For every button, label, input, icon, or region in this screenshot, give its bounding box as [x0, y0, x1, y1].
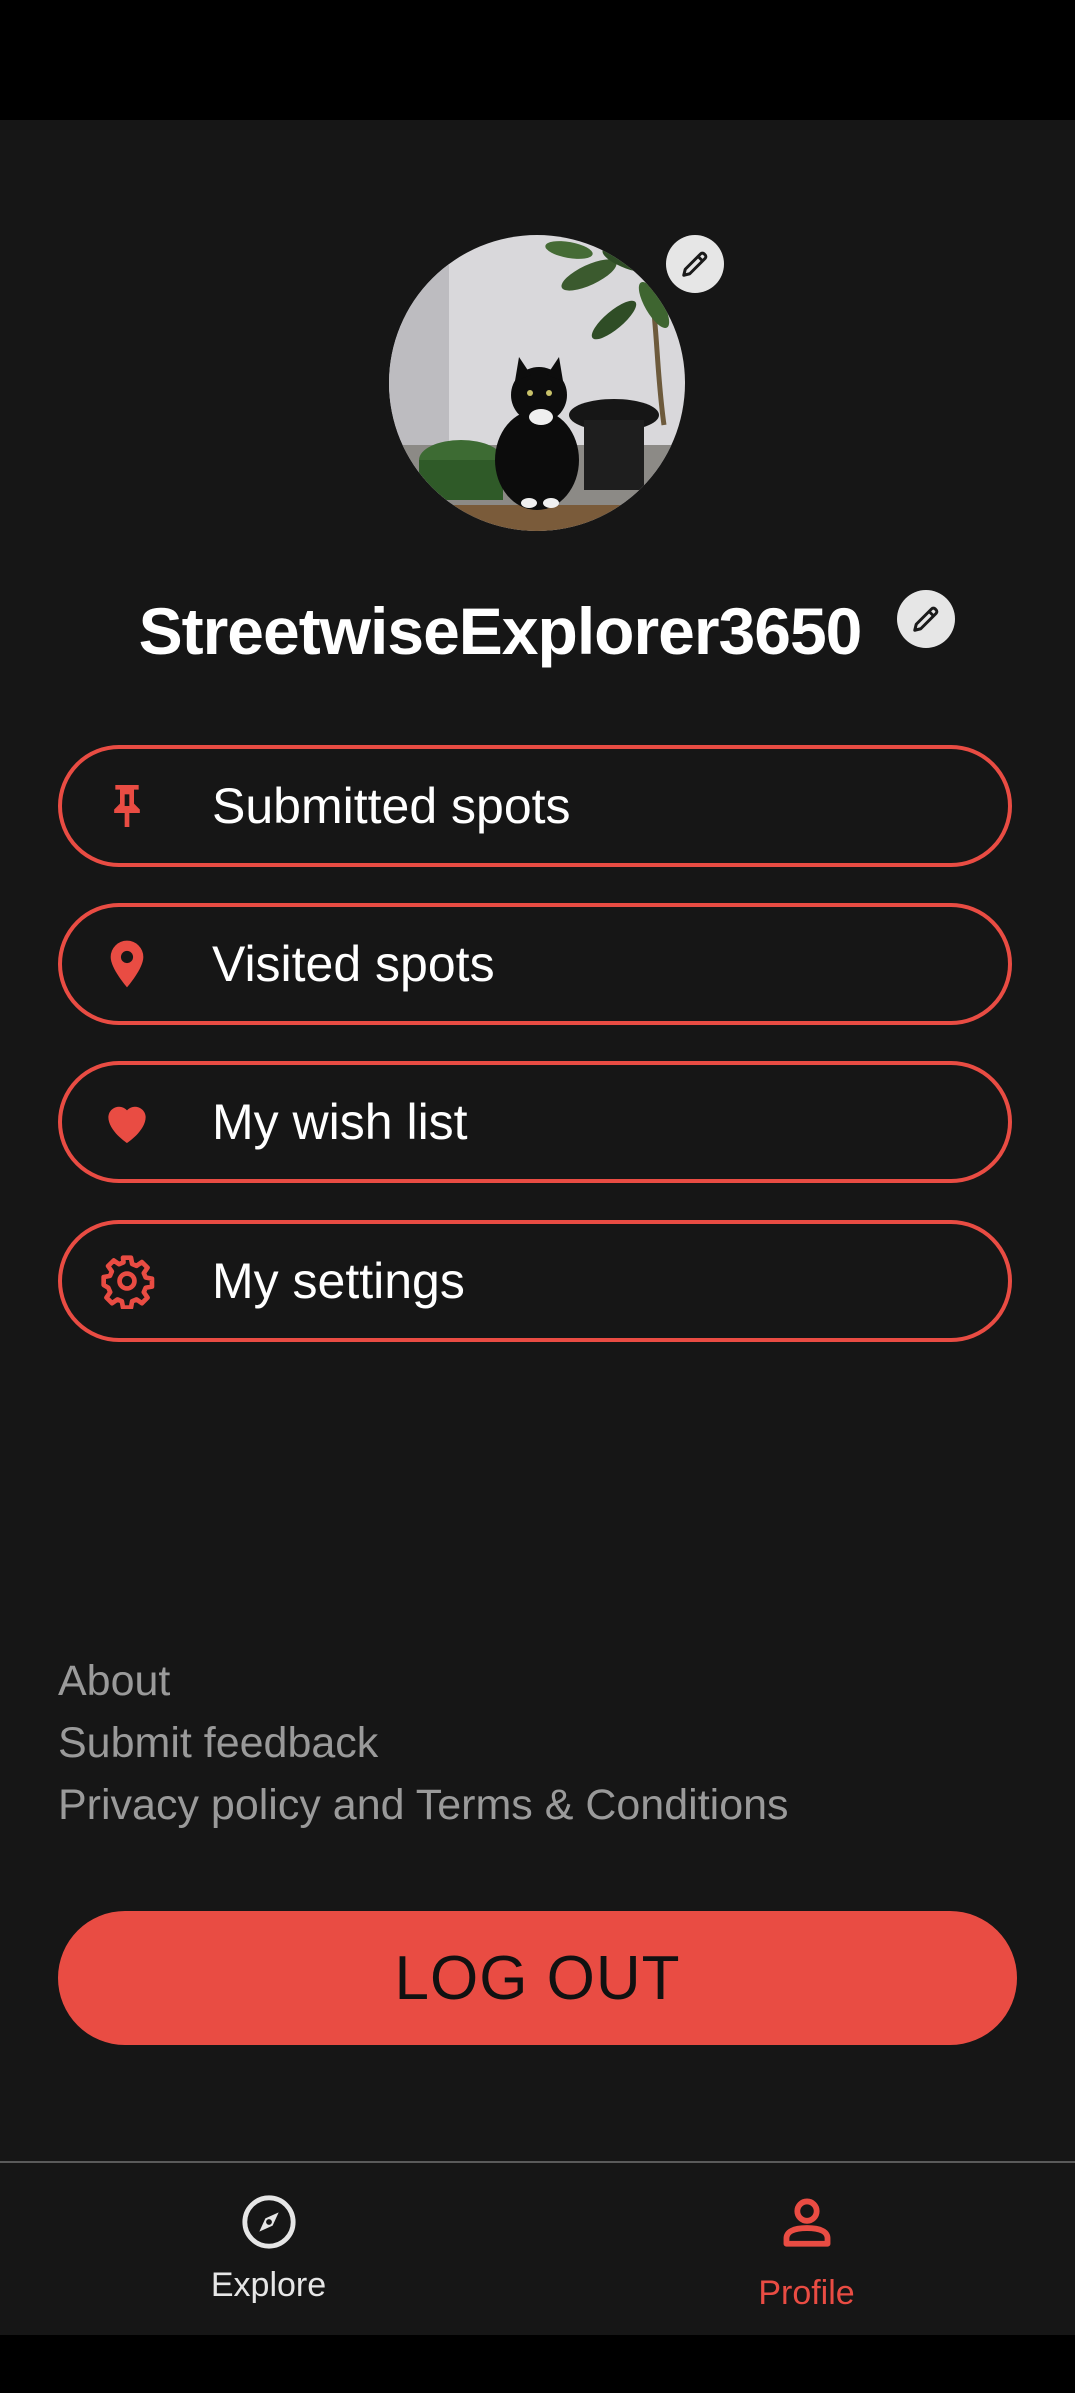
about-link[interactable]: About	[58, 1657, 170, 1706]
nav-tab-explore[interactable]: Explore	[0, 2163, 537, 2337]
gear-icon	[97, 1251, 157, 1311]
pencil-icon	[682, 251, 708, 277]
nav-label-explore: Explore	[210, 2266, 327, 2304]
username: StreetwiseExplorer3650	[138, 594, 863, 668]
profile-screen: StreetwiseExplorer3650 Submitted spots V…	[0, 120, 1075, 2337]
map-marker-icon	[97, 934, 157, 994]
nav-label-profile: Profile	[758, 2274, 855, 2312]
status-bar	[0, 0, 1075, 120]
visited-spots-button[interactable]: Visited spots	[58, 903, 1012, 1025]
privacy-terms-link[interactable]: Privacy policy and Terms & Conditions	[58, 1781, 789, 1830]
heart-icon	[97, 1092, 157, 1152]
settings-button[interactable]: My settings	[58, 1220, 1012, 1342]
pushpin-icon	[97, 776, 157, 836]
avatar-photo	[389, 235, 685, 531]
pencil-icon	[913, 606, 939, 632]
menu-item-label: Visited spots	[212, 936, 495, 992]
bottom-navigation: Explore Profile	[0, 2161, 1075, 2337]
edit-username-button[interactable]	[897, 590, 955, 648]
avatar[interactable]	[389, 235, 685, 531]
system-navigation-bar	[0, 2335, 1075, 2393]
person-icon	[778, 2193, 836, 2251]
submitted-spots-button[interactable]: Submitted spots	[58, 745, 1012, 867]
wish-list-button[interactable]: My wish list	[58, 1061, 1012, 1183]
nav-tab-profile[interactable]: Profile	[538, 2163, 1075, 2337]
menu-item-label: Submitted spots	[212, 778, 571, 834]
menu-item-label: My settings	[212, 1253, 465, 1309]
logout-button[interactable]: LOG OUT	[58, 1911, 1017, 2045]
edit-avatar-button[interactable]	[666, 235, 724, 293]
menu-item-label: My wish list	[212, 1094, 468, 1150]
compass-icon	[240, 2193, 298, 2251]
submit-feedback-link[interactable]: Submit feedback	[58, 1719, 378, 1768]
